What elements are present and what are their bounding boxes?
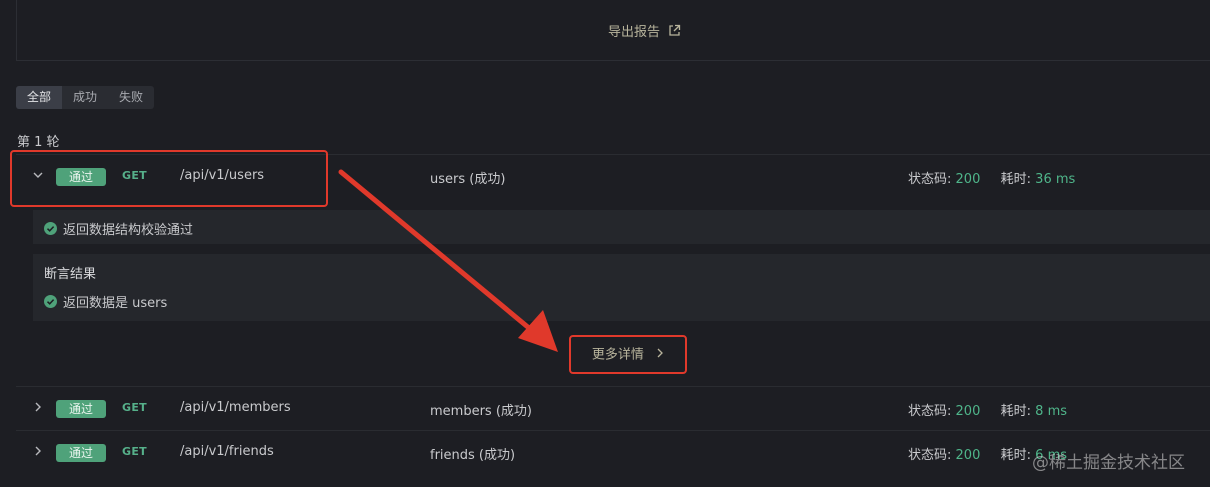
filter-tab-failed[interactable]: 失败 <box>108 86 154 109</box>
schema-check-text: 返回数据结构校验通过 <box>63 223 194 238</box>
filter-tab-success[interactable]: 成功 <box>62 86 108 109</box>
request-status: 状态码: 200 耗时: 36 ms <box>908 168 1075 187</box>
pass-badge: 通过 <box>56 444 106 462</box>
more-details-label: 更多详情 <box>591 347 644 363</box>
http-method: GET <box>122 445 147 458</box>
duration-label: 耗时: <box>1000 404 1032 419</box>
schema-check-line: 返回数据结构校验通过 <box>44 219 193 238</box>
chevron-right-icon[interactable] <box>32 401 44 413</box>
request-row-members[interactable]: 通过 GET /api/v1/members members (成功) 状态码:… <box>16 386 1210 430</box>
request-name: users (成功) <box>430 172 506 187</box>
status-code-label: 状态码: <box>908 172 952 187</box>
export-report-label: 导出报告 <box>608 25 661 40</box>
request-name: friends (成功) <box>430 448 516 463</box>
request-path: /api/v1/users <box>180 168 265 183</box>
status-code-label: 状态码: <box>908 448 952 463</box>
check-circle-icon <box>44 222 57 235</box>
check-circle-icon <box>44 295 57 308</box>
duration-value: 36 ms <box>1035 172 1076 187</box>
chevron-down-icon[interactable] <box>32 169 44 181</box>
test-report-view: 导出报告 全部 成功 失败 第 1 轮 通过 GET /api/v1/users… <box>0 0 1210 487</box>
status-code-label: 状态码: <box>908 404 952 419</box>
assertion-text: 返回数据是 users <box>63 296 168 311</box>
more-details-button[interactable]: 更多详情 <box>573 340 683 370</box>
export-panel: 导出报告 <box>16 0 1210 61</box>
request-status: 状态码: 200 耗时: 8 ms <box>908 400 1067 419</box>
status-code-value: 200 <box>955 172 981 187</box>
duration-label: 耗时: <box>1000 448 1032 463</box>
duration-label: 耗时: <box>1000 172 1032 187</box>
chevron-right-icon[interactable] <box>32 445 44 457</box>
assertion-block: 断言结果 返回数据是 users <box>33 254 1210 321</box>
status-code-value: 200 <box>955 448 981 463</box>
pass-badge: 通过 <box>56 400 106 418</box>
http-method: GET <box>122 169 147 182</box>
status-code-value: 200 <box>955 404 981 419</box>
request-row-friends[interactable]: 通过 GET /api/v1/friends friends (成功) 状态码:… <box>16 430 1210 474</box>
external-link-icon <box>668 24 681 37</box>
request-name: members (成功) <box>430 404 532 419</box>
request-row-users[interactable]: 通过 GET /api/v1/users users (成功) 状态码: 200… <box>16 154 1210 198</box>
watermark: @稀土掘金技术社区 <box>1032 453 1185 473</box>
result-filter-tabs: 全部 成功 失败 <box>16 86 155 109</box>
http-method: GET <box>122 401 147 414</box>
export-report-link[interactable]: 导出报告 <box>608 21 681 40</box>
schema-check-block: 返回数据结构校验通过 <box>33 210 1210 244</box>
duration-value: 8 ms <box>1035 404 1068 419</box>
request-path: /api/v1/friends <box>180 444 274 459</box>
assertion-title: 断言结果 <box>44 267 97 282</box>
round-label: 第 1 轮 <box>17 135 60 150</box>
filter-tab-all[interactable]: 全部 <box>16 86 63 109</box>
chevron-right-icon <box>656 340 664 370</box>
request-path: /api/v1/members <box>180 400 291 415</box>
assertion-line: 返回数据是 users <box>44 292 167 311</box>
pass-badge: 通过 <box>56 168 106 186</box>
